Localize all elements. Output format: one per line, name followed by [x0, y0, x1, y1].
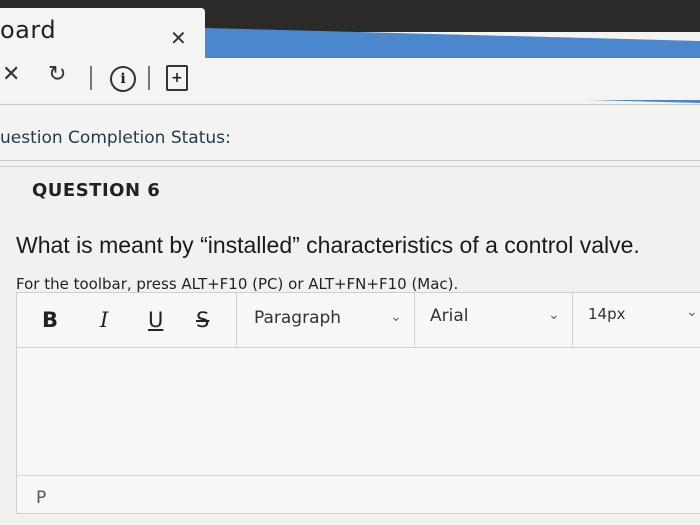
toolbar-separator — [414, 292, 415, 347]
info-icon[interactable]: i — [110, 66, 136, 92]
question-number: QUESTION 6 — [32, 180, 161, 201]
strikethrough-button[interactable]: S — [196, 308, 209, 332]
window-toolbar — [0, 58, 700, 100]
bold-button[interactable]: B — [42, 308, 58, 332]
add-document-icon[interactable]: + — [166, 65, 188, 91]
chevron-down-icon[interactable]: ⌄ — [686, 304, 698, 320]
question-text: What is meant by “installed” characteris… — [16, 232, 640, 258]
editor-status-divider — [16, 475, 700, 476]
close-icon[interactable]: ✕ — [2, 62, 20, 87]
toolbar-hint: For the toolbar, press ALT+F10 (PC) or A… — [16, 275, 459, 293]
italic-button[interactable]: I — [100, 308, 108, 332]
font-size-select[interactable]: 14px — [588, 305, 626, 323]
toolbar-separator — [148, 66, 150, 90]
chevron-down-icon[interactable]: ⌄ — [548, 307, 560, 323]
editor-path-indicator: P — [36, 488, 47, 508]
question-completion-status: uestion Completion Status: — [0, 128, 231, 148]
font-select[interactable]: Arial — [430, 306, 468, 326]
toolbar-separator — [90, 66, 92, 90]
divider — [0, 104, 700, 105]
toolbar-separator — [572, 292, 573, 347]
divider — [0, 160, 700, 161]
tab-close-icon[interactable]: ✕ — [170, 26, 187, 50]
paragraph-select[interactable]: Paragraph — [254, 308, 341, 328]
chevron-down-icon[interactable]: ⌄ — [390, 309, 402, 325]
refresh-icon[interactable]: ↻ — [48, 62, 66, 87]
toolbar-separator — [236, 292, 237, 347]
browser-tab[interactable]: oard ✕ — [0, 8, 205, 58]
underline-button[interactable]: U — [148, 308, 163, 332]
divider — [0, 166, 700, 167]
tab-title: oard — [0, 16, 57, 44]
